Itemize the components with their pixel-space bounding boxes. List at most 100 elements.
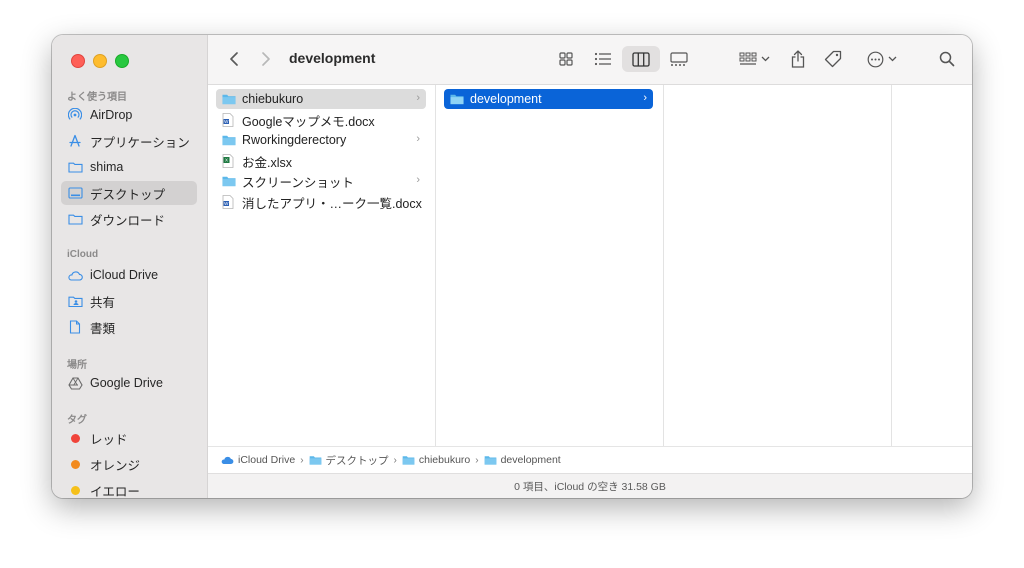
sidebar: よく使う項目 AirDrop アプリケーション shima デスクトップ ダウン… — [52, 35, 208, 498]
icon-view-button[interactable] — [552, 46, 580, 72]
folder-icon — [309, 456, 321, 465]
tag-icon — [824, 50, 842, 68]
sidebar-item-airdrop[interactable]: AirDrop — [61, 103, 197, 127]
chevron-left-icon — [230, 52, 238, 66]
sidebar-item-label: Google Drive — [90, 376, 163, 390]
path-segment-desktop[interactable]: デスクトップ — [309, 453, 389, 468]
sidebar-item-label: レッド — [90, 432, 128, 447]
list-icon — [594, 52, 611, 66]
yellow-tag-dot-icon — [70, 485, 80, 495]
path-segment-chiebukuro[interactable]: chiebukuro — [402, 454, 470, 466]
icloud-section-title: iCloud — [67, 249, 99, 260]
locations-section-title: 場所 — [67, 360, 87, 371]
favorites-section-title: よく使う項目 — [67, 92, 127, 103]
ellipsis-circle-icon — [867, 51, 884, 67]
share-button[interactable] — [786, 46, 810, 72]
status-text: 0 項目、iCloud の空き 31.58 GB — [514, 481, 666, 493]
chevron-down-icon — [888, 56, 897, 62]
word-document-icon: W — [222, 195, 236, 209]
sidebar-item-documents[interactable]: 書類 — [61, 315, 197, 339]
word-document-icon: W — [222, 113, 236, 127]
sidebar-item-label: AirDrop — [90, 108, 133, 122]
zoom-button[interactable] — [115, 54, 129, 68]
sidebar-item-desktop[interactable]: デスクトップ — [61, 181, 197, 205]
sidebar-item-label: iCloud Drive — [90, 268, 159, 282]
folder-icon — [222, 133, 236, 147]
sidebar-item-label: 書類 — [90, 321, 116, 336]
red-tag-dot-icon — [70, 433, 80, 443]
svg-text:X: X — [225, 158, 228, 163]
search-button[interactable] — [934, 46, 960, 72]
minimize-button[interactable] — [93, 54, 107, 68]
sidebar-item-label: イエロー — [90, 484, 140, 499]
item-label: Googleマップメモ.docx — [242, 114, 375, 129]
group-grid-icon — [739, 52, 756, 65]
gallery-view-button[interactable] — [664, 46, 694, 72]
sidebar-item-icloud-drive[interactable]: iCloud Drive — [61, 263, 197, 287]
more-actions-button[interactable] — [862, 46, 902, 72]
sidebar-item-label: デスクトップ — [90, 187, 166, 202]
path-segment-development[interactable]: development — [484, 454, 561, 466]
sidebar-item-applications[interactable]: アプリケーション — [61, 129, 197, 153]
sidebar-item-label: shima — [90, 160, 124, 174]
item-label: development — [470, 92, 542, 106]
list-item-deleted-apps-docx[interactable]: W 消したアプリ・…ーク一覧.docx — [216, 192, 426, 212]
sidebar-item-label: 共有 — [90, 295, 116, 310]
share-icon — [791, 50, 805, 68]
list-item-rworkingderectory[interactable]: Rworkingderectory › — [216, 130, 426, 150]
list-view-button[interactable] — [588, 46, 618, 72]
sidebar-tag-yellow[interactable]: イエロー — [61, 478, 197, 498]
document-icon — [67, 319, 83, 335]
column-browser: chiebukuro › W Googleマップメモ.docx Rworking… — [208, 85, 972, 446]
toolbar: development — [208, 35, 972, 85]
finder-window: よく使う項目 AirDrop アプリケーション shima デスクトップ ダウン… — [52, 35, 972, 498]
gallery-icon — [670, 51, 688, 66]
list-item-development[interactable]: development › — [444, 89, 653, 109]
list-item-google-map-memo[interactable]: W Googleマップメモ.docx — [216, 110, 426, 130]
path-separator-icon: › — [300, 454, 304, 466]
tag-button[interactable] — [820, 46, 846, 72]
sidebar-item-label: オレンジ — [90, 458, 141, 473]
item-label: スクリーンショット — [242, 175, 354, 190]
shared-folder-icon — [67, 293, 83, 309]
item-label: お金.xlsx — [242, 155, 293, 170]
chevron-right-icon: › — [416, 92, 420, 104]
desktop-icon — [67, 185, 83, 201]
sidebar-item-google-drive[interactable]: Google Drive — [61, 371, 197, 395]
sidebar-tag-orange[interactable]: オレンジ — [61, 452, 197, 476]
chevron-right-icon: › — [416, 133, 420, 145]
sidebar-item-shima[interactable]: shima — [61, 155, 197, 179]
list-item-chiebukuro[interactable]: chiebukuro › — [216, 89, 426, 109]
orange-tag-dot-icon — [70, 459, 80, 469]
columns-icon — [632, 51, 650, 67]
folder-icon — [222, 174, 236, 188]
item-label: 消したアプリ・…ーク一覧.docx — [242, 196, 422, 211]
cloud-icon — [67, 267, 83, 283]
back-button[interactable] — [222, 46, 246, 72]
close-button[interactable] — [71, 54, 85, 68]
path-separator-icon: › — [475, 454, 479, 466]
search-icon — [939, 51, 955, 67]
sidebar-tag-red[interactable]: レッド — [61, 426, 197, 450]
column-view-button[interactable] — [622, 46, 660, 72]
chevron-right-icon — [262, 52, 270, 66]
group-by-button[interactable] — [734, 46, 774, 72]
folder-icon — [402, 456, 415, 465]
grid-icon — [559, 52, 573, 66]
window-title: development — [289, 50, 376, 66]
folder-icon — [67, 159, 83, 175]
folder-icon — [222, 92, 236, 106]
list-item-screenshots[interactable]: スクリーンショット › — [216, 171, 426, 191]
sidebar-item-shared[interactable]: 共有 — [61, 289, 197, 313]
tags-section-title: タグ — [67, 415, 87, 426]
forward-button[interactable] — [254, 46, 278, 72]
chevron-right-icon: › — [643, 92, 647, 104]
column-2: development › — [436, 85, 664, 446]
folder-icon — [450, 92, 464, 106]
list-item-okane-xlsx[interactable]: X お金.xlsx — [216, 151, 426, 171]
path-segment-icloud-drive[interactable]: iCloud Drive — [220, 454, 295, 466]
sidebar-item-downloads[interactable]: ダウンロード — [61, 207, 197, 231]
applications-icon — [67, 133, 83, 149]
path-bar: iCloud Drive › デスクトップ › chiebukuro › dev… — [208, 446, 972, 473]
airdrop-icon — [67, 107, 83, 123]
